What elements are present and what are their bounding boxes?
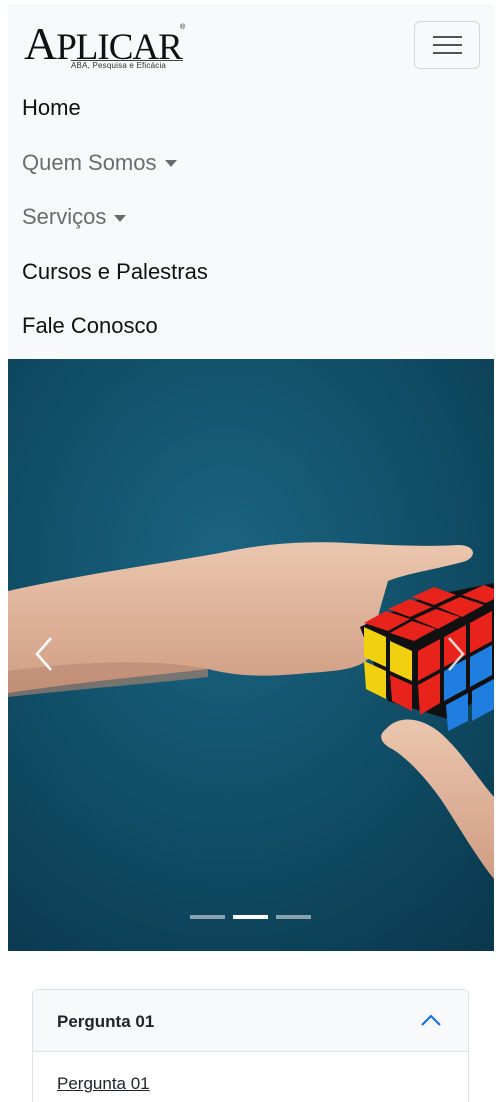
page-frame: APLICAR ® ABA, Pesquisa e Eficácia Home …	[8, 4, 494, 1102]
nav-item-home[interactable]: Home	[22, 81, 208, 136]
accordion-title: Pergunta 01	[57, 1012, 155, 1031]
hamburger-icon	[433, 36, 462, 38]
brand-tagline: ABA, Pesquisa e Eficácia	[71, 61, 167, 70]
carousel-prev-button[interactable]	[24, 629, 64, 679]
carousel-slide-image	[8, 359, 494, 951]
faq-accordion: Pergunta 01 Pergunta 01	[32, 989, 469, 1102]
nav-item-fale-conosco[interactable]: Fale Conosco	[22, 299, 208, 354]
carousel-indicator[interactable]	[190, 915, 225, 919]
caret-down-icon	[114, 214, 127, 222]
carousel-indicator-active[interactable]	[233, 915, 268, 919]
brand-logo[interactable]: APLICAR ® ABA, Pesquisa e Eficácia	[24, 21, 185, 72]
carousel-indicators	[190, 915, 311, 919]
accordion-header[interactable]: Pergunta 01	[33, 990, 468, 1052]
chevron-right-icon	[448, 637, 465, 671]
chevron-left-icon	[35, 637, 52, 671]
hero-carousel[interactable]	[8, 359, 494, 951]
navbar: APLICAR ® ABA, Pesquisa e Eficácia Home …	[8, 4, 494, 359]
nav-menu: Home Quem Somos Serviços Cursos e Palest…	[22, 81, 208, 354]
accordion-body: Pergunta 01	[33, 1052, 468, 1102]
nav-item-cursos-palestras[interactable]: Cursos e Palestras	[22, 245, 208, 300]
hamburger-icon	[433, 52, 462, 54]
hamburger-icon	[433, 44, 462, 46]
accordion-link[interactable]: Pergunta 01	[57, 1074, 150, 1094]
carousel-next-button[interactable]	[436, 629, 476, 679]
carousel-indicator[interactable]	[276, 915, 311, 919]
caret-down-icon	[164, 160, 177, 168]
chevron-up-icon	[421, 1014, 441, 1026]
menu-toggle-button[interactable]	[414, 21, 480, 69]
registered-mark: ®	[180, 24, 186, 31]
nav-item-servicos[interactable]: Serviços	[22, 190, 208, 245]
nav-item-quem-somos[interactable]: Quem Somos	[22, 136, 208, 191]
